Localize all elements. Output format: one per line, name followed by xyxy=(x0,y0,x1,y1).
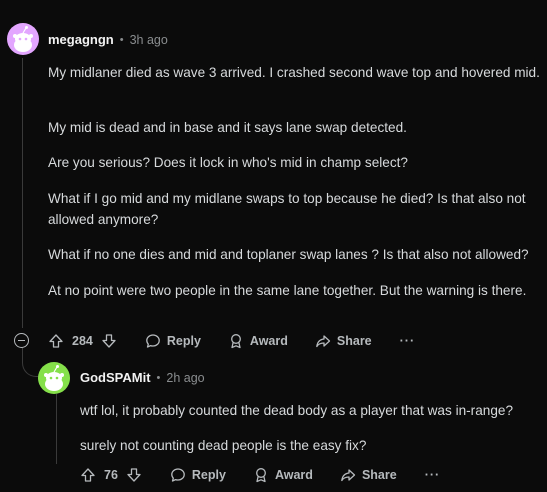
upvote-arrow-icon[interactable] xyxy=(48,333,64,349)
snoo-avatar-icon xyxy=(13,26,33,52)
comment-header: megagngn • 3h ago xyxy=(48,32,168,47)
comment-paragraph: My midlaner died as wave 3 arrived. I cr… xyxy=(48,65,540,80)
collapse-thread-button[interactable] xyxy=(14,333,29,348)
more-options-button[interactable]: ··· xyxy=(400,334,416,348)
award-label: Award xyxy=(249,334,288,348)
separator-dot: • xyxy=(156,371,161,384)
award-ribbon-icon xyxy=(230,334,241,349)
comment-paragraph: My mid is dead and in base and it says l… xyxy=(48,120,407,135)
avatar[interactable] xyxy=(7,23,39,55)
vote-count: 76 xyxy=(104,468,118,482)
thread-line-reply xyxy=(56,394,57,464)
username[interactable]: megagngn xyxy=(48,32,114,47)
reply-button[interactable]: Reply xyxy=(145,333,201,349)
comment-header: GodSPAMit • 2h ago xyxy=(80,370,205,385)
comment-paragraph: wtf lol, it probably counted the dead bo… xyxy=(80,403,514,418)
more-options-icon: ··· xyxy=(399,334,416,348)
comment-paragraph: surely not counting dead people is the e… xyxy=(80,438,367,453)
vote-group: 76 xyxy=(80,467,142,483)
award-label: Award xyxy=(274,468,313,482)
comment-actions: 76 Reply Award Share ··· xyxy=(80,467,440,483)
snoo-avatar-icon xyxy=(44,365,64,391)
award-button[interactable]: Award xyxy=(228,333,288,349)
share-label: Share xyxy=(361,468,397,482)
vote-group: 284 xyxy=(48,333,117,349)
downvote-arrow-icon[interactable] xyxy=(126,467,142,483)
share-label: Share xyxy=(336,334,372,348)
thread-line xyxy=(22,58,23,328)
speech-bubble-icon xyxy=(171,468,185,482)
reply-label: Reply xyxy=(166,334,201,348)
downvote-arrow-icon[interactable] xyxy=(101,333,117,349)
award-ribbon-icon xyxy=(256,468,266,483)
more-options-button[interactable]: ··· xyxy=(425,468,441,482)
reply-label: Reply xyxy=(191,468,226,482)
minus-icon xyxy=(18,339,25,342)
more-options-icon: ··· xyxy=(424,468,441,482)
comment-paragraph: At no point were two people in the same … xyxy=(48,283,527,298)
comment-actions: 284 Reply Award Share ··· xyxy=(48,333,415,349)
username[interactable]: GodSPAMit xyxy=(80,370,151,385)
timestamp[interactable]: 2h ago xyxy=(166,371,204,385)
share-arrow-icon xyxy=(316,335,331,348)
vote-count: 284 xyxy=(72,334,93,348)
speech-bubble-icon xyxy=(146,334,160,348)
share-arrow-icon xyxy=(341,469,356,482)
share-button[interactable]: Share xyxy=(315,333,372,349)
award-button[interactable]: Award xyxy=(253,467,313,483)
separator-dot: • xyxy=(119,33,124,46)
comment-paragraph: What if I go mid and my midlane swaps to… xyxy=(48,191,526,227)
timestamp[interactable]: 3h ago xyxy=(130,33,168,47)
share-button[interactable]: Share xyxy=(340,467,397,483)
reply-button[interactable]: Reply xyxy=(170,467,226,483)
comment-paragraph: Are you serious? Does it lock in who's m… xyxy=(48,155,408,170)
avatar[interactable] xyxy=(38,362,70,394)
comment-paragraph: What if no one dies and mid and toplaner… xyxy=(48,247,529,262)
upvote-arrow-icon[interactable] xyxy=(80,467,96,483)
